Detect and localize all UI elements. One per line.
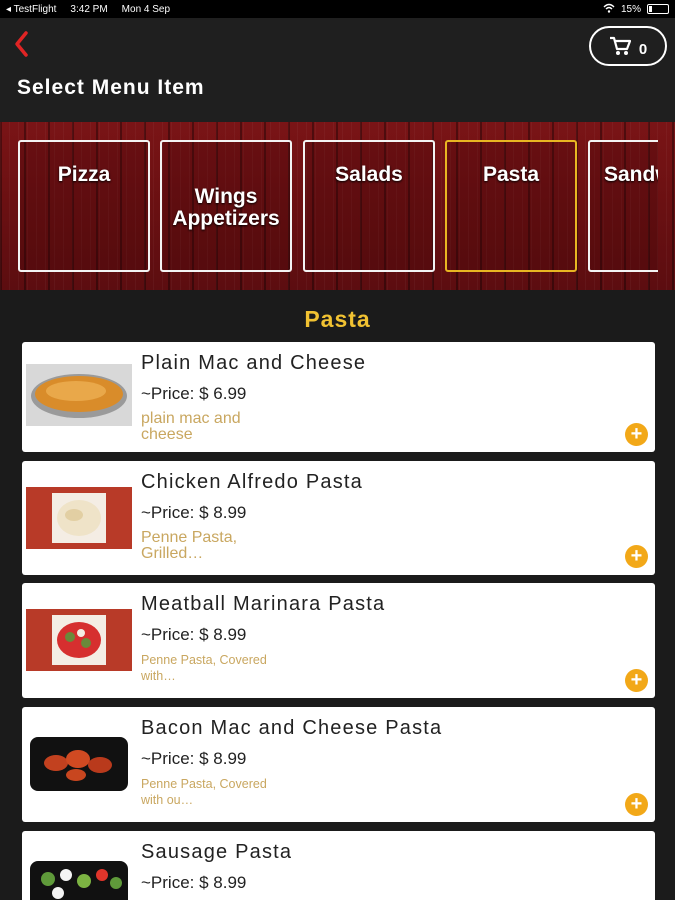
- item-thumbnail: [26, 857, 132, 900]
- back-button[interactable]: [10, 28, 34, 60]
- battery-icon: [647, 4, 669, 14]
- plus-icon: +: [630, 545, 643, 567]
- wifi-icon: [603, 3, 615, 16]
- item-name: Meatball Marinara Pasta: [141, 593, 386, 615]
- item-price: ~Price: $ 8.99: [141, 625, 247, 644]
- menu-item-card[interactable]: Sausage Pasta ~Price: $ 8.99: [22, 831, 655, 900]
- item-description: Penne Pasta, Grilled…: [141, 530, 238, 562]
- item-description: Penne Pasta, Covered with ou…: [141, 777, 267, 807]
- category-label: Pasta: [482, 163, 540, 186]
- item-thumbnail: [26, 487, 132, 549]
- add-button[interactable]: +: [625, 669, 648, 692]
- category-label: Pizza: [57, 163, 111, 186]
- category-label: Salads: [335, 163, 403, 186]
- category-label: Wings Appetizers: [172, 185, 280, 230]
- header: 0 Select Menu Item: [0, 18, 675, 122]
- item-thumbnail: [26, 609, 132, 671]
- category-tile-pizza[interactable]: Pizza: [18, 140, 150, 272]
- status-carrier: ◂ TestFlight: [6, 3, 57, 15]
- add-button[interactable]: +: [625, 423, 648, 446]
- category-scroller[interactable]: Pizza Wings Appetizers Salads Pasta Sand…: [18, 140, 658, 272]
- menu-item-card[interactable]: Plain Mac and Cheese ~Price: $ 6.99 plai…: [22, 342, 655, 452]
- item-description: Penne Pasta, Covered with…: [141, 653, 267, 683]
- menu-item-card[interactable]: Meatball Marinara Pasta ~Price: $ 8.99 P…: [22, 583, 655, 698]
- item-description: plain mac and cheese: [141, 411, 241, 443]
- cart-button[interactable]: 0: [589, 26, 667, 66]
- chevron-left-icon: [15, 31, 28, 57]
- item-name: Bacon Mac and Cheese Pasta: [141, 717, 443, 739]
- cart-icon: [609, 36, 631, 55]
- menu-item-card[interactable]: Bacon Mac and Cheese Pasta ~Price: $ 8.9…: [22, 707, 655, 822]
- category-tile-sandwiches[interactable]: Sandwiches: [588, 140, 658, 272]
- item-price: ~Price: $ 8.99: [141, 503, 247, 522]
- item-price: ~Price: $ 8.99: [141, 873, 247, 892]
- category-tile-salads[interactable]: Salads: [303, 140, 435, 272]
- status-bar: ◂ TestFlight 3:42 PM Mon 4 Sep 15%: [0, 0, 675, 18]
- status-date: Mon 4 Sep: [121, 3, 171, 15]
- add-button[interactable]: +: [625, 545, 648, 568]
- item-name: Sausage Pasta: [141, 841, 293, 863]
- category-tile-wings-appetizers[interactable]: Wings Appetizers: [160, 140, 292, 272]
- item-price: ~Price: $ 8.99: [141, 749, 247, 768]
- menu-item-card[interactable]: Chicken Alfredo Pasta ~Price: $ 8.99 Pen…: [22, 461, 655, 575]
- battery-percent: 15%: [620, 3, 641, 15]
- plus-icon: +: [630, 669, 643, 691]
- item-thumbnail: [26, 733, 132, 795]
- section-title: Pasta: [304, 306, 371, 332]
- cart-count-badge: 0: [638, 40, 648, 58]
- item-thumbnail: [26, 364, 132, 426]
- item-name: Plain Mac and Cheese: [141, 352, 367, 374]
- category-strip: Pizza Wings Appetizers Salads Pasta Sand…: [0, 122, 675, 290]
- item-name: Chicken Alfredo Pasta: [141, 471, 363, 493]
- category-label: Sandwiches: [604, 163, 658, 186]
- page-title: Select Menu Item: [17, 76, 205, 99]
- plus-icon: +: [630, 793, 643, 815]
- plus-icon: +: [630, 423, 643, 445]
- item-price: ~Price: $ 6.99: [141, 384, 247, 403]
- add-button[interactable]: +: [625, 793, 648, 816]
- category-tile-pasta[interactable]: Pasta: [445, 140, 577, 272]
- status-time: 3:42 PM: [70, 3, 108, 15]
